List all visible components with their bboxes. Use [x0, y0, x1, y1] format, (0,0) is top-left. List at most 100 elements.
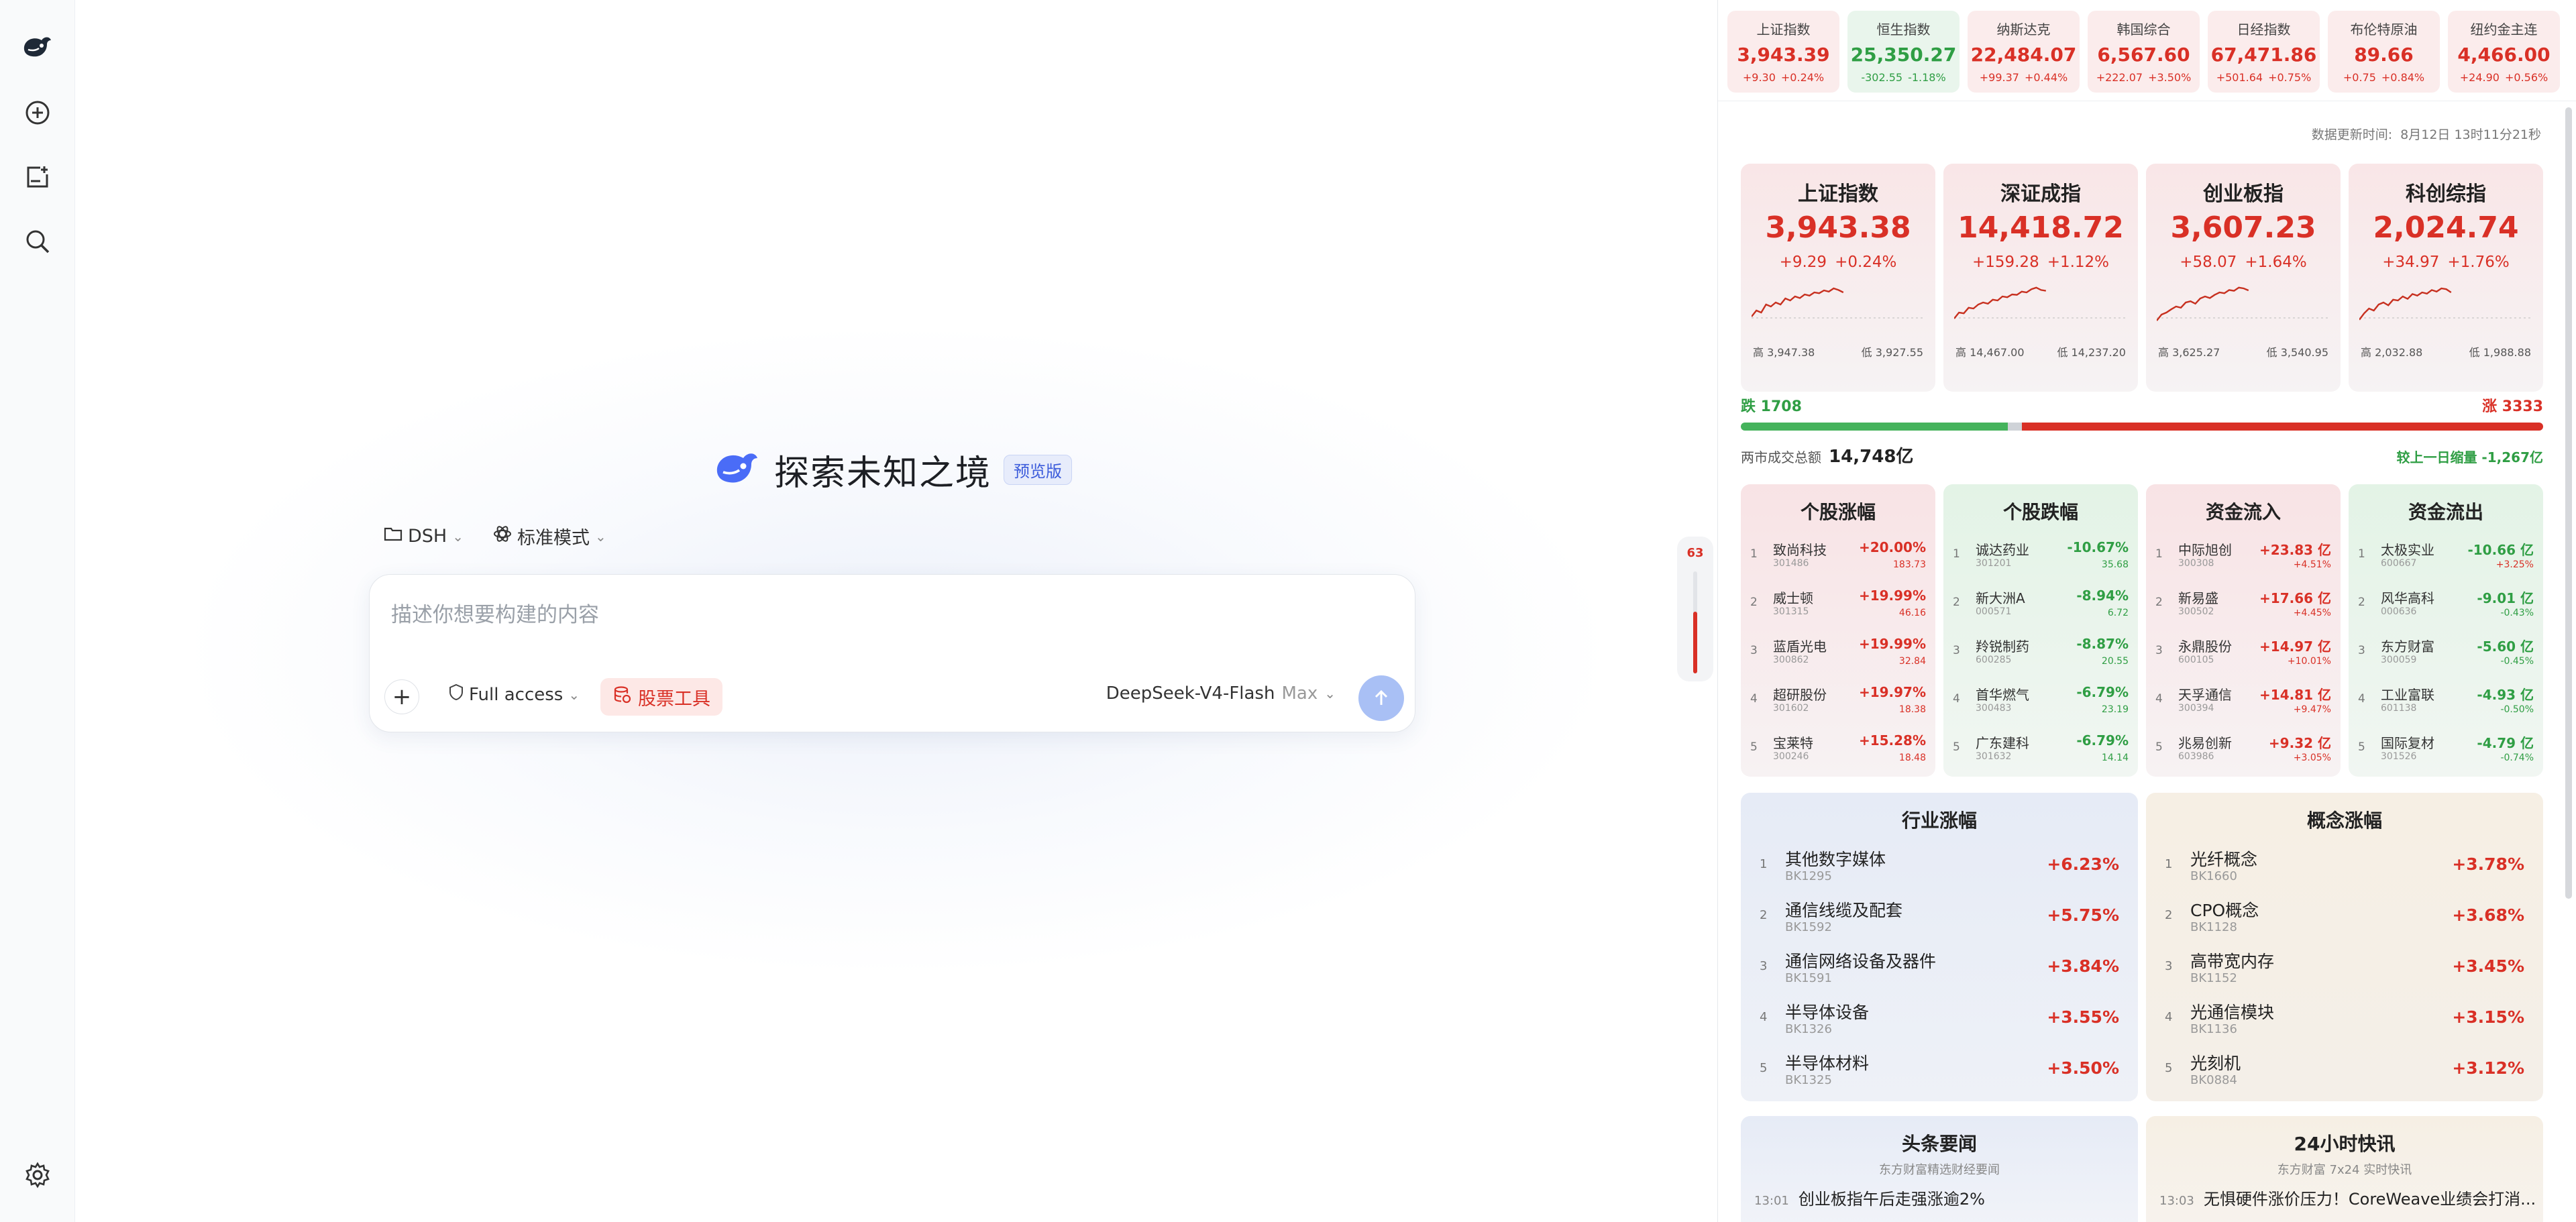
whale-logo-icon[interactable]	[20, 30, 55, 64]
stock-name: 威士顿	[1773, 590, 1813, 606]
list-item[interactable]: 5 宝莱特 300246 +15.28% 18.48	[1741, 726, 1935, 774]
list-item[interactable]: 2 CPO概念 BK1128 +3.68%	[2146, 891, 2543, 942]
index-card[interactable]: 上证指数 3,943.38 +9.29 +0.24% 高 3,947.38 低 3,927…	[1741, 164, 1935, 392]
list-item[interactable]: 4 半导体设备 BK1326 +3.55%	[1741, 993, 2138, 1044]
list-item[interactable]: 4 首华燃气 300483 -6.79% 23.19	[1943, 677, 2138, 726]
list-item[interactable]: 3 蓝盾光电 300862 +19.99% 32.84	[1741, 629, 1935, 677]
index-low: 低 1,988.88	[2469, 346, 2531, 359]
index-card[interactable]: 科创综指 2,024.74 +34.97 +1.76% 高 2,032.88 低 1,98…	[2349, 164, 2543, 392]
workspace-select[interactable]: DSH ⌄	[384, 526, 464, 547]
stock-code: 300246	[1773, 751, 1809, 762]
rank: 1	[2165, 857, 2173, 871]
board-pct: +3.78%	[2452, 854, 2524, 874]
ticker-name: 上证指数	[1756, 21, 1811, 38]
news-item[interactable]: 13:03 无惧硬件涨价压力！CoreWeave业绩会打消...	[2159, 1186, 2536, 1209]
attach-button[interactable]: +	[384, 679, 419, 714]
list-item[interactable]: 1 太极实业 600667 -10.66 亿 +3.25%	[2349, 533, 2543, 581]
list-item[interactable]: 1 诚达药业 301201 -10.67% 35.68	[1943, 533, 2138, 581]
chevron-down-icon: ⌄	[1324, 685, 1336, 702]
list-item[interactable]: 4 天孚通信 300394 +14.81 亿 +9.47%	[2146, 677, 2341, 726]
scroll-indicator[interactable]: 63	[1677, 537, 1713, 681]
ticker-card[interactable]: 上证指数 3,943.39 +9.30 +0.24%	[1727, 11, 1839, 93]
sparkline-line	[1752, 287, 1844, 317]
access-select[interactable]: Full access ⌄	[449, 683, 580, 706]
ticker-card[interactable]: 日经指数 67,471.86 +501.64 +0.75%	[2208, 11, 2320, 93]
search-icon[interactable]	[20, 224, 55, 259]
stock-value: -6.79%	[2076, 732, 2129, 748]
stock-value: +17.66 亿	[2259, 590, 2331, 606]
stock-sub: 18.38	[1898, 704, 1926, 715]
ticker-card[interactable]: 布伦特原油 89.66 +0.75 +0.84%	[2328, 11, 2440, 93]
list-item[interactable]: 5 广东建科 301632 -6.79% 14.14	[1943, 726, 2138, 774]
stock-tool-button[interactable]: 股票工具	[600, 678, 722, 716]
sparkline-line	[1954, 286, 2046, 319]
stock-code: 000571	[1976, 606, 2012, 617]
stock-value: +23.83 亿	[2259, 542, 2331, 558]
board-name: 光刻机	[2190, 1054, 2241, 1073]
stock-name: 广东建科	[1976, 735, 2029, 751]
list-item[interactable]: 4 光通信模块 BK1136 +3.15%	[2146, 993, 2543, 1044]
index-card[interactable]: 深证成指 14,418.72 +159.28 +1.12% 高 14,467.00 低 1…	[1943, 164, 2138, 392]
rank: 1	[2358, 547, 2365, 561]
model-label: DeepSeek-V4-Flash	[1106, 683, 1275, 704]
ticker-value: 67,471.86	[2210, 44, 2317, 66]
ticker-card[interactable]: 恒生指数 25,350.27 -302.55 -1.18%	[1847, 11, 1960, 93]
rank: 1	[1750, 547, 1758, 561]
list-item[interactable]: 2 新大洲A 000571 -8.94% 6.72	[1943, 581, 2138, 629]
rank: 5	[2155, 740, 2163, 754]
stock-sub: -0.43%	[2500, 608, 2534, 618]
index-card[interactable]: 创业板指 3,607.23 +58.07 +1.64% 高 3,625.27 低 3,54…	[2146, 164, 2341, 392]
new-chat-icon[interactable]	[20, 95, 55, 130]
prompt-input[interactable]: 描述你想要构建的内容	[391, 598, 599, 628]
list-item[interactable]: 3 羚锐制药 600285 -8.87% 20.55	[1943, 629, 2138, 677]
list-item[interactable]: 2 风华高科 000636 -9.01 亿 -0.43%	[2349, 581, 2543, 629]
list-item[interactable]: 4 超研股份 301602 +19.97% 18.38	[1741, 677, 1935, 726]
stock-value: +15.28%	[1858, 732, 1926, 748]
stock-value: -4.93 亿	[2477, 687, 2534, 703]
stock-name: 兆易创新	[2178, 735, 2232, 751]
stock-value: -5.60 亿	[2477, 638, 2534, 655]
ticker-pct: +0.44%	[2024, 71, 2068, 84]
send-button[interactable]	[1358, 675, 1404, 721]
list-item[interactable]: 2 新易盛 300502 +17.66 亿 +4.45%	[2146, 581, 2341, 629]
ticker-name: 恒生指数	[1876, 21, 1931, 38]
list-item[interactable]: 5 国际复材 301526 -4.79 亿 -0.74%	[2349, 726, 2543, 774]
down-count: 跌 1708	[1741, 398, 1802, 415]
stock-sub: +9.47%	[2293, 704, 2331, 715]
ticker-pct: +0.84%	[2381, 71, 2425, 84]
list-item[interactable]: 3 东方财富 300059 -5.60 亿 -0.45%	[2349, 629, 2543, 677]
ticker-card[interactable]: 韩国综合 6,567.60 +222.07 +3.50%	[2088, 11, 2200, 93]
ticker-pct: +0.56%	[2504, 71, 2548, 84]
list-item[interactable]: 3 永鼎股份 600105 +14.97 亿 +10.01%	[2146, 629, 2341, 677]
list-item[interactable]: 5 兆易创新 603986 +9.32 亿 +3.05%	[2146, 726, 2341, 774]
news-item[interactable]: 13:01 创业板指午后走强涨逾2%	[1754, 1186, 1985, 1209]
list-item[interactable]: 3 通信网络设备及器件 BK1591 +3.84%	[1741, 942, 2138, 993]
list-item[interactable]: 1 光纤概念 BK1660 +3.78%	[2146, 840, 2543, 891]
list-item[interactable]: 5 半导体材料 BK1325 +3.50%	[1741, 1044, 2138, 1095]
list-item[interactable]: 4 工业富联 601138 -4.93 亿 -0.50%	[2349, 677, 2543, 726]
breadth-down-segment	[1741, 423, 2008, 431]
list-item[interactable]: 1 中际旭创 300308 +23.83 亿 +4.51%	[2146, 533, 2341, 581]
scroll-fill	[1693, 612, 1697, 673]
stock-sub: +3.25%	[2496, 559, 2534, 570]
panel-scrollbar[interactable]	[2565, 107, 2572, 899]
model-select[interactable]: DeepSeek-V4-Flash Max ⌄	[1106, 683, 1336, 704]
news-card: 头条要闻 东方财富精选财经要闻 13:01 创业板指午后走强涨逾2%	[1741, 1116, 2138, 1222]
list-item[interactable]: 5 光刻机 BK0884 +3.12%	[2146, 1044, 2543, 1095]
index-value: 2,024.74	[2373, 211, 2519, 245]
icon-rail	[0, 0, 75, 1222]
new-project-icon[interactable]	[20, 160, 55, 195]
list-item[interactable]: 3 高带宽内存 BK1152 +3.45%	[2146, 942, 2543, 993]
ticker-card[interactable]: 纳斯达克 22,484.07 +99.37 +0.44%	[1968, 11, 2080, 93]
stock-value: +9.32 亿	[2268, 735, 2331, 751]
list-item[interactable]: 1 致尚科技 301486 +20.00% 183.73	[1741, 533, 1935, 581]
list-item[interactable]: 2 通信线缆及配套 BK1592 +5.75%	[1741, 891, 2138, 942]
list-item[interactable]: 1 其他数字媒体 BK1295 +6.23%	[1741, 840, 2138, 891]
ticker-card[interactable]: 纽约金主连 4,466.00 +24.90 +0.56%	[2448, 11, 2560, 93]
list-item[interactable]: 2 威士顿 301315 +19.99% 46.16	[1741, 581, 1935, 629]
settings-icon[interactable]	[20, 1158, 55, 1192]
mode-select[interactable]: 标准模式 ⌄	[493, 523, 606, 549]
stock-value: -10.67%	[2067, 539, 2129, 555]
board-pct: +6.23%	[2047, 854, 2119, 874]
ticker-pct: +3.50%	[2148, 71, 2192, 84]
